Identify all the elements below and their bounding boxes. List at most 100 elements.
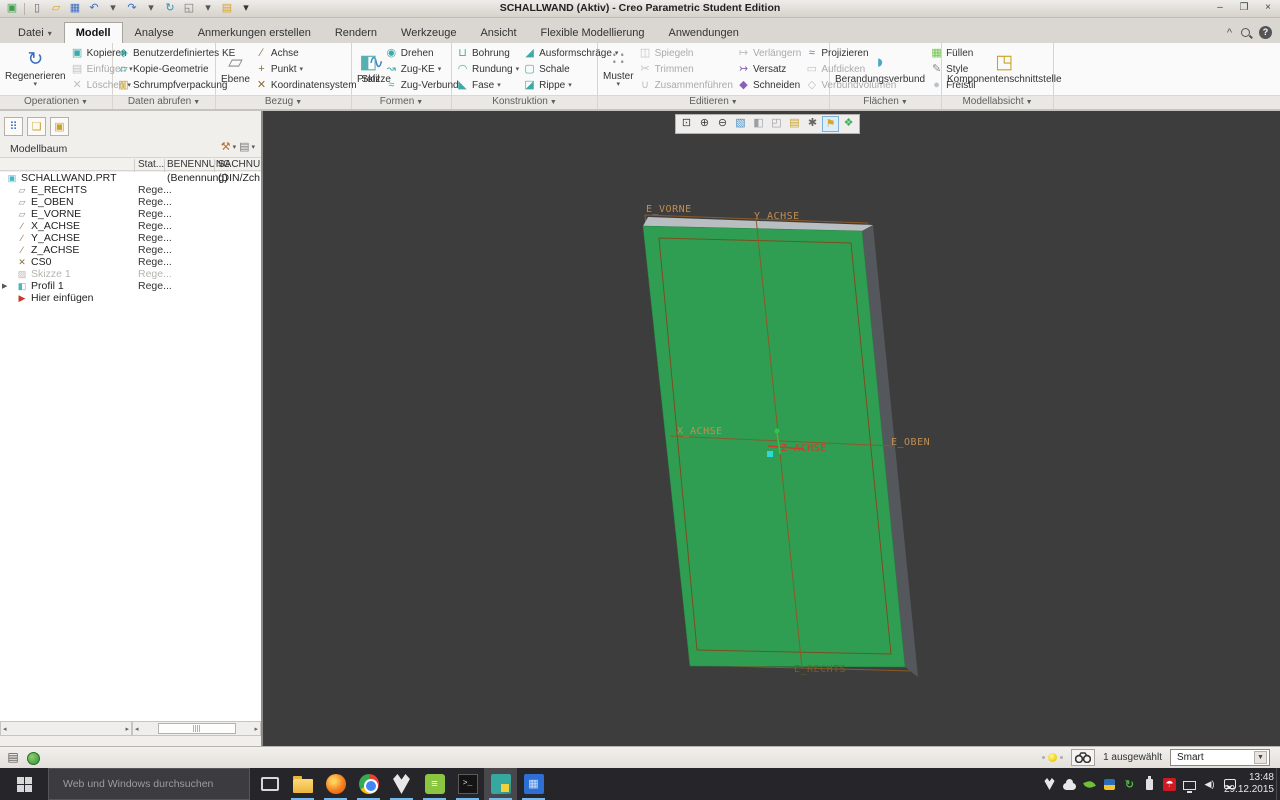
tray-usb[interactable]: [1143, 778, 1156, 791]
tree-filters-button[interactable]: ⚒▾: [221, 140, 236, 153]
spiegeln-button[interactable]: ◫Spiegeln: [637, 45, 735, 61]
komponentenschnittstelle-button[interactable]: ◳Komponentenschnittstelle: [944, 44, 1065, 94]
minimize-button[interactable]: –: [1213, 2, 1227, 14]
tray-volume[interactable]: ◀): [1203, 778, 1216, 791]
tree-row-profil-1[interactable]: ▶◧Profil 1Rege...: [0, 280, 261, 292]
terminal-app[interactable]: >_: [451, 768, 484, 800]
achse-button[interactable]: ∕Achse: [253, 45, 359, 61]
zoom-in-button[interactable]: ⊕: [696, 116, 713, 132]
tab-analyse[interactable]: Analyse: [123, 22, 186, 43]
collapse-ribbon-button[interactable]: ^: [1227, 27, 1232, 39]
view-manager-button[interactable]: ▤: [786, 116, 803, 132]
tab-anwendungen[interactable]: Anwendungen: [656, 22, 750, 43]
tree-row-e-oben[interactable]: ▱E_OBENRege...: [0, 196, 261, 208]
tray-leaf[interactable]: [1083, 778, 1096, 791]
drehen-button[interactable]: ◉Drehen: [383, 45, 461, 61]
folder-browser-tab[interactable]: ❏: [27, 117, 46, 136]
tab-modell[interactable]: Modell: [64, 22, 123, 43]
tab-datei[interactable]: Datei▾: [6, 22, 64, 43]
bohrung-button[interactable]: ⊔Bohrung: [454, 45, 521, 61]
file-explorer[interactable]: [286, 768, 319, 800]
favorites-tab[interactable]: ▣: [50, 117, 69, 136]
chrome[interactable]: [352, 768, 385, 800]
taskbar-clock[interactable]: 13:48 29.12.2015: [1224, 772, 1274, 796]
versatz-button[interactable]: ↣Versatz: [735, 61, 803, 77]
saved-orientations-button[interactable]: ◰: [768, 116, 785, 132]
tree-row-skizze-1[interactable]: ▨Skizze 1Rege...: [0, 268, 261, 280]
spin-center-button[interactable]: ❖: [840, 116, 857, 132]
media-app[interactable]: ▦: [517, 768, 550, 800]
datum-label-e-vorne[interactable]: E_VORNE: [646, 204, 692, 215]
ribbon-group-label[interactable]: Operationen▼: [0, 95, 112, 109]
ribbon-group-label[interactable]: Daten abrufen▼: [113, 95, 215, 109]
verlangern-button[interactable]: ↦Verlängern: [735, 45, 803, 61]
tray-avira[interactable]: ☂: [1163, 778, 1176, 791]
tree-columns-button[interactable]: ▤▾: [239, 140, 255, 153]
tree-row-e-vorne[interactable]: ▱E_VORNERege...: [0, 208, 261, 220]
tree-row-e-rechts[interactable]: ▱E_RECHTSRege...: [0, 184, 261, 196]
scroll-left-arrow[interactable]: ◂: [135, 725, 139, 733]
scrollbar-thumb[interactable]: [158, 723, 236, 734]
tab-werkzeuge[interactable]: Werkzeuge: [389, 22, 468, 43]
csys-origin-point[interactable]: [767, 451, 773, 457]
wolf-app[interactable]: [385, 768, 418, 800]
datum-display-button[interactable]: ✱: [804, 116, 821, 132]
punkt-button[interactable]: +Punkt▾: [253, 61, 359, 77]
zoom-out-button[interactable]: ⊖: [714, 116, 731, 132]
tray-java[interactable]: [1103, 778, 1116, 791]
taskbar-search-input[interactable]: Web und Windows durchsuchen: [48, 768, 250, 800]
trimmen-button[interactable]: ✂Trimmen: [637, 61, 735, 77]
ribbon-group-label[interactable]: Flächen▼: [830, 95, 941, 109]
find-button[interactable]: [1071, 749, 1095, 766]
scroll-right-arrow[interactable]: ▸: [125, 725, 129, 733]
ribbon-group-label[interactable]: Modellabsicht▼: [942, 95, 1053, 109]
datum-label-e-rechts[interactable]: E_RECHTS: [794, 664, 846, 675]
rundung-button[interactable]: ◠Rundung▾: [454, 61, 521, 77]
tree-row-y-achse[interactable]: ∕Y_ACHSERege...: [0, 232, 261, 244]
tab-rendern[interactable]: Rendern: [323, 22, 389, 43]
zusammenfuhren-button[interactable]: ∪Zusammenführen: [637, 77, 735, 93]
start-button[interactable]: [0, 768, 48, 800]
berandungsverbund-button[interactable]: ◗Berandungsverbund: [832, 44, 928, 94]
model-tree-tab[interactable]: ⠿: [4, 117, 23, 136]
help-icon[interactable]: ?: [1259, 26, 1272, 39]
ribbon-group-label[interactable]: Konstruktion▼: [452, 95, 597, 109]
zoom-fit-button[interactable]: ⊡: [678, 116, 695, 132]
graphics-viewport[interactable]: E_VORNEY_ACHSEX_ACHSEE_OBENZ_ACHSEE_RECH…: [263, 111, 1280, 746]
scroll-right-arrow[interactable]: ▸: [254, 725, 258, 733]
datum-label-z-achse[interactable]: Z_ACHSE: [781, 443, 827, 454]
ribbon-group-label[interactable]: Editieren▼: [598, 95, 829, 109]
regenerieren-button[interactable]: ↻Regenerieren▾: [2, 44, 69, 94]
ribbon-group-label[interactable]: Bezug▼: [216, 95, 351, 109]
ribbon-group-label[interactable]: Formen▼: [352, 95, 451, 109]
tab-ansicht[interactable]: Ansicht: [468, 22, 528, 43]
tab-anmerkungen-erstellen[interactable]: Anmerkungen erstellen: [186, 22, 323, 43]
muster-button[interactable]: ∷Muster▾: [600, 44, 637, 94]
tree-row-cs0[interactable]: ✕CS0Rege...: [0, 256, 261, 268]
scroll-left-arrow[interactable]: ◂: [3, 725, 7, 733]
profil-button[interactable]: ◧Profil: [354, 44, 383, 94]
search-log-icon[interactable]: ▤: [5, 750, 21, 766]
show-desktop-button[interactable]: [1276, 768, 1280, 800]
tree-row-x-achse[interactable]: ∕X_ACHSERege...: [0, 220, 261, 232]
schneiden-button[interactable]: ◆Schneiden: [735, 77, 803, 93]
restore-button[interactable]: ❐: [1237, 2, 1251, 14]
repaint-button[interactable]: ▧: [732, 116, 749, 132]
zug-verbund-button[interactable]: ≈Zug-Verbund: [383, 77, 461, 93]
tree-row-z-achse[interactable]: ∕Z_ACHSERege...: [0, 244, 261, 256]
tray-sync[interactable]: ↻: [1123, 778, 1136, 791]
datum-label-x-achse[interactable]: X_ACHSE: [677, 426, 723, 437]
zug-ke-button[interactable]: ↝Zug-KE▾: [383, 61, 461, 77]
selection-filter-dropdown[interactable]: Smart ▼: [1170, 749, 1270, 766]
tray-wolf[interactable]: [1043, 778, 1056, 791]
datum-label-y-achse[interactable]: Y_ACHSE: [754, 211, 800, 222]
command-search-icon[interactable]: [1241, 28, 1250, 37]
close-button[interactable]: ×: [1261, 2, 1275, 14]
ebene-button[interactable]: ▱Ebene: [218, 44, 253, 94]
csys-y-tip[interactable]: [775, 429, 780, 434]
display-style-button[interactable]: ◧: [750, 116, 767, 132]
model-events-icon[interactable]: [27, 752, 40, 765]
tray-network[interactable]: [1183, 778, 1196, 791]
task-view-button[interactable]: [253, 768, 286, 800]
expand-arrow-icon[interactable]: ▶: [2, 282, 7, 290]
